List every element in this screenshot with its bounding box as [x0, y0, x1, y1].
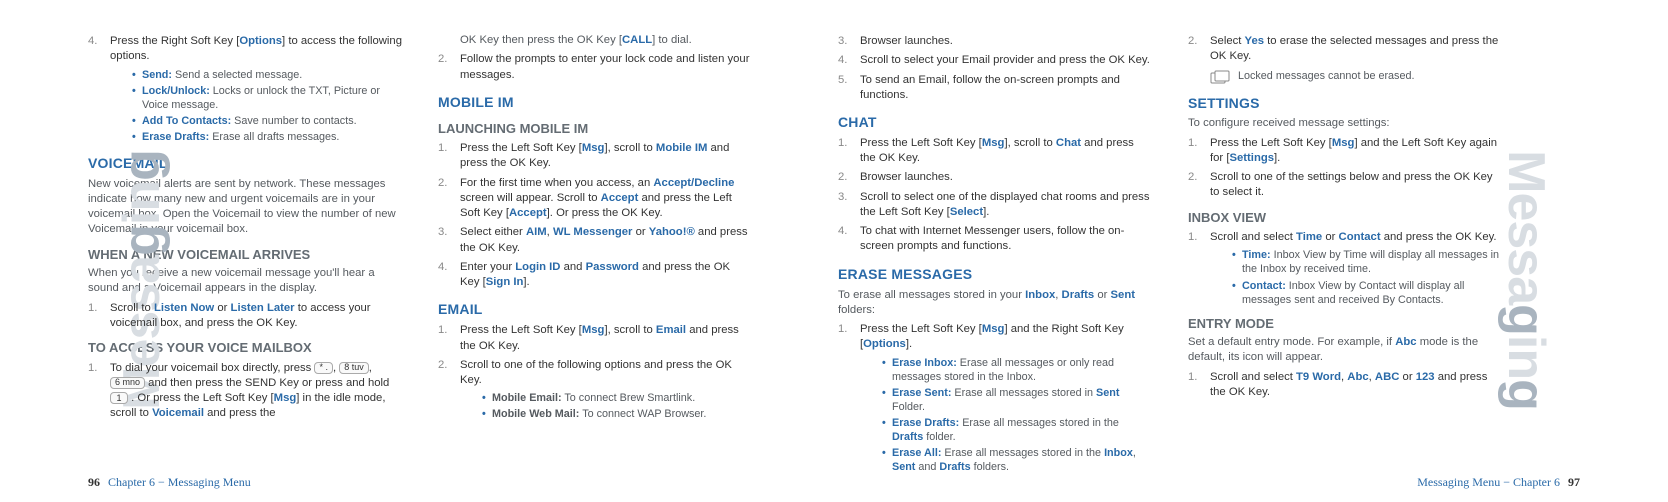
erase-opt-all: Erase All: Erase all messages stored in …	[882, 446, 1152, 474]
settings-step-1: Press the Left Soft Key [Msg] and the Le…	[1188, 136, 1502, 167]
column-2: OK Key then press the OK Key [CALL] to d…	[420, 30, 770, 492]
settings-step-2: Scroll to one of the settings below and …	[1188, 170, 1502, 201]
launching-mobile-im-heading: LAUNCHING MOBILE IM	[438, 120, 752, 138]
vm-step-listen: Scroll to Listen Now or Listen Later to …	[88, 301, 402, 332]
column-4: Select Yes to erase the selected message…	[1170, 30, 1520, 492]
note-locked-messages: Locked messages cannot be erased.	[1210, 69, 1502, 84]
erase-opt-inbox: Erase Inbox: Erase all messages or only …	[882, 356, 1152, 384]
email-heading: EMAIL	[438, 300, 752, 319]
entry-mode-desc: Set a default entry mode. For example, i…	[1188, 335, 1502, 366]
email-step-3: Browser launches.	[838, 34, 1152, 49]
keycap-1-icon: 1	[110, 392, 128, 404]
email-step-4: Scroll to select your Email provider and…	[838, 53, 1152, 68]
vm-access-step: To dial your voicemail box directly, pre…	[88, 361, 402, 422]
entry-mode-step-1: Scroll and select T9 Word, Abc, ABC or 1…	[1188, 370, 1502, 401]
page-spread: Press the Right Soft Key [Options] to ac…	[0, 0, 1668, 502]
col2-continuation: OK Key then press the OK Key [CALL] to d…	[438, 33, 752, 48]
keycap-star-icon: * .	[314, 362, 333, 374]
chat-step-2: Browser launches.	[838, 170, 1152, 185]
mi-step-4: Enter your Login ID and Password and pre…	[438, 260, 752, 291]
option-add-contacts: Add To Contacts: Save number to contacts…	[132, 114, 402, 128]
email-step-2: Scroll to one of the following options a…	[438, 358, 752, 422]
mi-step-3: Select either AIM, WL Messenger or Yahoo…	[438, 225, 752, 256]
chat-step-1: Press the Left Soft Key [Msg], scroll to…	[838, 136, 1152, 167]
inbox-view-step-1: Scroll and select Time or Contact and pr…	[1188, 230, 1502, 306]
option-lock: Lock/Unlock: Locks or unlock the TXT, Pi…	[132, 84, 402, 112]
footer-right: Messaging Menu − Chapter 697	[1417, 475, 1588, 490]
option-send: Send: Send a selected message.	[132, 68, 402, 82]
chat-step-3: Scroll to select one of the displayed ch…	[838, 190, 1152, 221]
erase-messages-desc: To erase all messages stored in your Inb…	[838, 288, 1152, 319]
erase-step-1: Press the Left Soft Key [Msg] and the Ri…	[838, 322, 1152, 474]
chat-heading: CHAT	[838, 113, 1152, 132]
column-3: Browser launches. Scroll to select your …	[820, 30, 1170, 492]
side-label-right: Messaging	[1496, 150, 1556, 410]
email-step-1: Press the Left Soft Key [Msg], scroll to…	[438, 323, 752, 354]
mi-step-2: For the first time when you access, an A…	[438, 176, 752, 222]
step-4: Press the Right Soft Key [Options] to ac…	[88, 34, 402, 144]
option-erase-drafts: Erase Drafts: Erase all drafts messages.	[132, 130, 402, 144]
inbox-view-opt-contact: Contact: Inbox View by Contact will disp…	[1232, 279, 1502, 307]
erase-messages-heading: ERASE MESSAGES	[838, 265, 1152, 284]
erase-step-2: Select Yes to erase the selected message…	[1188, 34, 1502, 65]
keycap-8-icon: 8 tuv	[339, 362, 369, 374]
mi-step-1: Press the Left Soft Key [Msg], scroll to…	[438, 141, 752, 172]
email-opt-mobile-email: Mobile Email: To connect Brew Smartlink.	[482, 391, 752, 405]
footer-left: 96Chapter 6 − Messaging Menu	[80, 475, 251, 490]
email-step-5: To send an Email, follow the on-screen p…	[838, 73, 1152, 104]
settings-heading: SETTINGS	[1188, 94, 1502, 113]
settings-desc: To configure received message settings:	[1188, 116, 1502, 131]
mobile-im-heading: MOBILE IM	[438, 93, 752, 112]
erase-opt-drafts: Erase Drafts: Erase all messages stored …	[882, 416, 1152, 444]
inbox-view-opt-time: Time: Inbox View by Time will display al…	[1232, 248, 1502, 276]
note-icon	[1210, 70, 1232, 84]
entry-mode-heading: ENTRY MODE	[1188, 315, 1502, 333]
email-opt-mobile-web: Mobile Web Mail: To connect WAP Browser.	[482, 407, 752, 421]
chat-step-4: To chat with Internet Messenger users, f…	[838, 224, 1152, 255]
keycap-6-icon: 6 mno	[110, 377, 145, 389]
erase-opt-sent: Erase Sent: Erase all messages stored in…	[882, 386, 1152, 414]
inbox-view-heading: INBOX VIEW	[1188, 209, 1502, 227]
vm-step-2: Follow the prompts to enter your lock co…	[438, 52, 752, 83]
